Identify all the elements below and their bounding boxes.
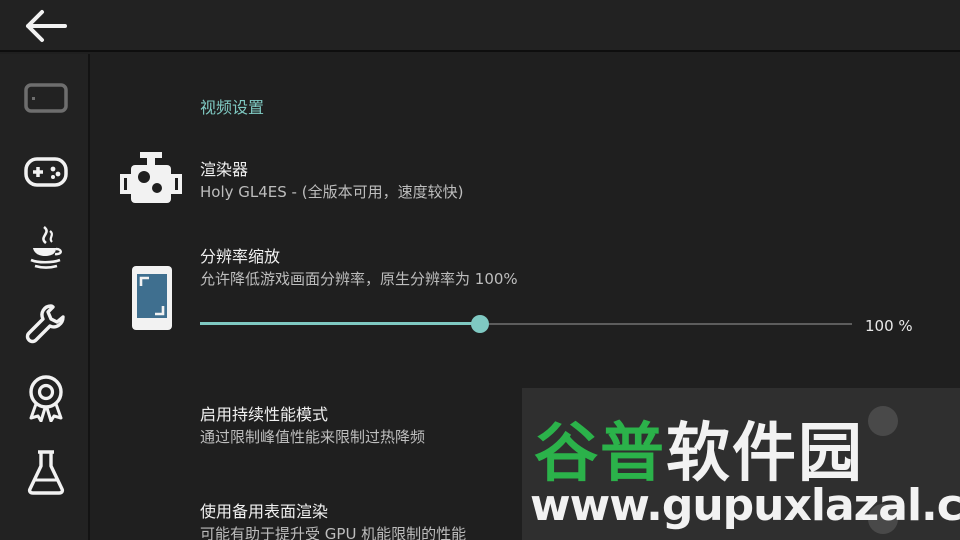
renderer-title: 渲染器 — [200, 160, 249, 179]
sidebar-item-java[interactable] — [18, 220, 74, 276]
sidebar-item-experimental[interactable] — [18, 370, 74, 426]
settings-content: 视频设置 渲染器 Holy GL4ES - (全版本可用，速度较快) 分辨率缩放… — [92, 54, 960, 540]
gamepad-icon — [24, 157, 68, 187]
flask-icon — [27, 450, 65, 495]
resolution-title: 分辨率缩放 — [200, 247, 281, 266]
resolution-summary: 允许降低游戏画面分辨率，原生分辨率为 100% — [200, 270, 518, 288]
java-cup-icon — [30, 225, 62, 269]
slider-fill — [200, 322, 481, 325]
sustained-summary: 通过限制峰值性能来限制过热降频 — [200, 428, 426, 446]
back-button[interactable] — [20, 6, 70, 46]
badge-icon — [29, 375, 63, 422]
sidebar-item-controls[interactable] — [18, 144, 74, 200]
alt-surface-summary: 可能有助于提升受 GPU 机能限制的性能 — [200, 525, 467, 540]
sustained-title: 启用持续性能模式 — [200, 405, 329, 424]
renderer-summary: Holy GL4ES - (全版本可用，速度较快) — [200, 183, 464, 201]
wrench-icon — [25, 304, 65, 344]
section-title-video: 视频设置 — [200, 98, 265, 117]
watermark-url: www.gupuxlazal.com — [530, 480, 960, 531]
sidebar-item-misc[interactable] — [18, 296, 74, 352]
settings-category-sidebar — [0, 54, 90, 540]
watermark: 谷普软件园 www.gupuxlazal.com — [522, 388, 960, 540]
slider-thumb[interactable] — [471, 315, 490, 333]
sidebar-item-video[interactable] — [18, 70, 74, 126]
engine-icon — [120, 152, 182, 203]
tablet-landscape-icon — [24, 83, 68, 113]
sidebar-item-lab[interactable] — [18, 444, 74, 500]
phone-screen-icon — [132, 266, 172, 330]
resolution-value: 100 % — [865, 317, 913, 335]
arrow-left-icon — [26, 10, 67, 42]
top-app-bar — [0, 0, 960, 52]
resolution-slider[interactable] — [200, 315, 852, 333]
alt-surface-title: 使用备用表面渲染 — [200, 502, 329, 521]
